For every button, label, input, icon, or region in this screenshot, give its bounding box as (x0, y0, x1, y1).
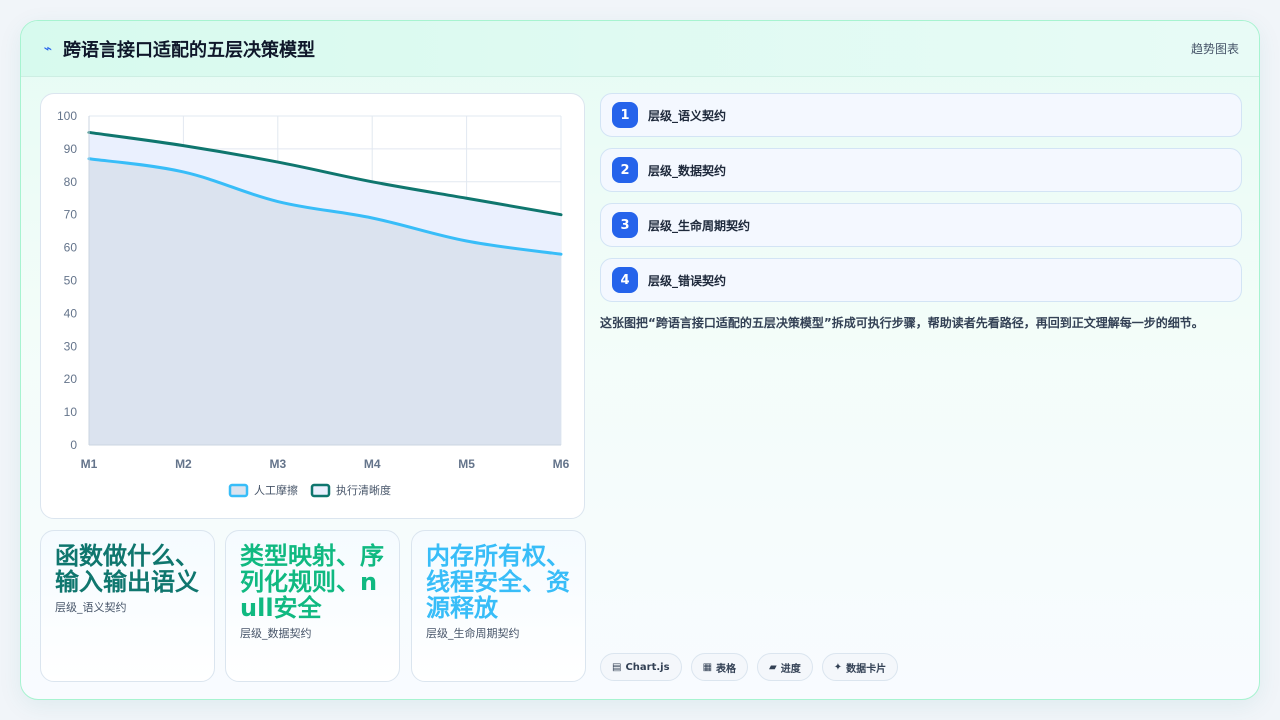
legend-swatch (310, 483, 331, 498)
y-tick-label: 90 (64, 142, 78, 156)
tag-label: 表格 (716, 663, 737, 675)
chart-panel: 0 10 20 30 40 50 60 70 80 90 100 M1 M2 M3 M4 M5 M6 人工摩擦 执行… (40, 93, 585, 519)
area-chart: 0 10 20 30 40 50 60 70 80 90 100 M1 M2 M3 M4 M5 M6 人工摩擦 执行… (57, 109, 570, 498)
step-number: 2 (612, 157, 638, 183)
step-label: 层级_生命周期契约 (648, 218, 751, 233)
stat-card-lifecycle: 内存所有权、线程安全、资源释放 层级_生命周期契约 (411, 530, 586, 682)
tag-table[interactable]: ▦ 表格 (690, 653, 749, 681)
y-tick-label: 60 (64, 241, 78, 255)
stat-card-data: 类型映射、序列化规则、null安全 层级_数据契约 (225, 530, 400, 682)
description-text: 这张图把“跨语言接口适配的五层决策模型”拆成可执行步骤，帮助读者先看路径，再回到… (600, 316, 1204, 330)
legend-label: 执行清晰度 (336, 483, 391, 497)
y-tick-label: 70 (64, 208, 78, 222)
tag-label: 数据卡片 (846, 663, 887, 675)
step-item-lifecycle[interactable]: 3 层级_生命周期契约 (600, 203, 1242, 247)
stat-value: 类型映射、序列化规则、null安全 (240, 542, 384, 622)
chart-icon: ▤ (612, 661, 622, 673)
y-tick-label: 30 (64, 339, 78, 353)
stat-value: 内存所有权、线程安全、资源释放 (426, 542, 570, 622)
x-tick-label: M4 (364, 457, 381, 471)
tag-label: 进度 (780, 663, 801, 675)
x-tick-label: M3 (269, 457, 286, 471)
step-label: 层级_数据契约 (648, 163, 727, 178)
legend-swatch (228, 483, 249, 498)
step-list: 1 层级_语义契约 2 层级_数据契约 3 层级_生命周期契约 4 层级_错误契… (600, 93, 1242, 313)
step-label: 层级_错误契约 (648, 273, 727, 288)
x-tick-label: M1 (81, 457, 98, 471)
table-icon: ▦ (702, 661, 713, 673)
step-item-semantic[interactable]: 1 层级_语义契约 (600, 93, 1242, 137)
y-tick-label: 20 (64, 372, 78, 386)
stat-label: 层级_数据契约 (240, 627, 312, 640)
step-label: 层级_语义契约 (648, 108, 727, 123)
main-card: ⌁ 跨语言接口适配的五层决策模型 趋势图表 0 10 20 30 40 50 60 70 80 9… (20, 20, 1260, 700)
step-number: 1 (612, 102, 638, 128)
y-tick-label: 80 (64, 175, 78, 189)
header: ⌁ 跨语言接口适配的五层决策模型 趋势图表 (21, 21, 1259, 77)
stat-value: 函数做什么、输入输出语义 (55, 542, 199, 596)
step-item-data[interactable]: 2 层级_数据契约 (600, 148, 1242, 192)
step-number: 3 (612, 212, 638, 238)
tag-label: Chart.js (625, 661, 670, 673)
y-tick-label: 100 (57, 109, 77, 123)
stat-card-semantic: 函数做什么、输入输出语义 层级_语义契约 (40, 530, 215, 682)
x-tick-label: M5 (458, 457, 475, 471)
chart-line-icon: ⌁ (43, 40, 53, 57)
title-wrap: ⌁ 跨语言接口适配的五层决策模型 (41, 36, 315, 62)
x-tick-label: M2 (175, 457, 192, 471)
y-tick-label: 50 (64, 274, 78, 288)
y-tick-label: 0 (70, 438, 77, 452)
y-tick-label: 40 (64, 306, 78, 320)
tag-data-card[interactable]: ✦ 数据卡片 (821, 653, 899, 681)
y-tick-label: 10 (64, 405, 78, 419)
sparkle-icon: ✦ (833, 661, 843, 673)
tag-progress[interactable]: ▰ 进度 (757, 653, 813, 681)
chart-type-label: 趋势图表 (1190, 42, 1239, 56)
page-title: 跨语言接口适配的五层决策模型 (63, 39, 315, 61)
tag-chartjs[interactable]: ▤ Chart.js (600, 653, 682, 681)
step-item-error[interactable]: 4 层级_错误契约 (600, 258, 1242, 302)
stat-label: 层级_语义契约 (55, 601, 127, 614)
x-tick-label: M6 (553, 457, 570, 471)
legend-label: 人工摩擦 (254, 483, 298, 497)
progress-icon: ▰ (769, 661, 777, 673)
tag-list: ▤ Chart.js ▦ 表格 ▰ 进度 ✦ 数据卡片 (600, 653, 899, 681)
step-number: 4 (612, 267, 638, 293)
stat-label: 层级_生命周期契约 (426, 627, 520, 640)
